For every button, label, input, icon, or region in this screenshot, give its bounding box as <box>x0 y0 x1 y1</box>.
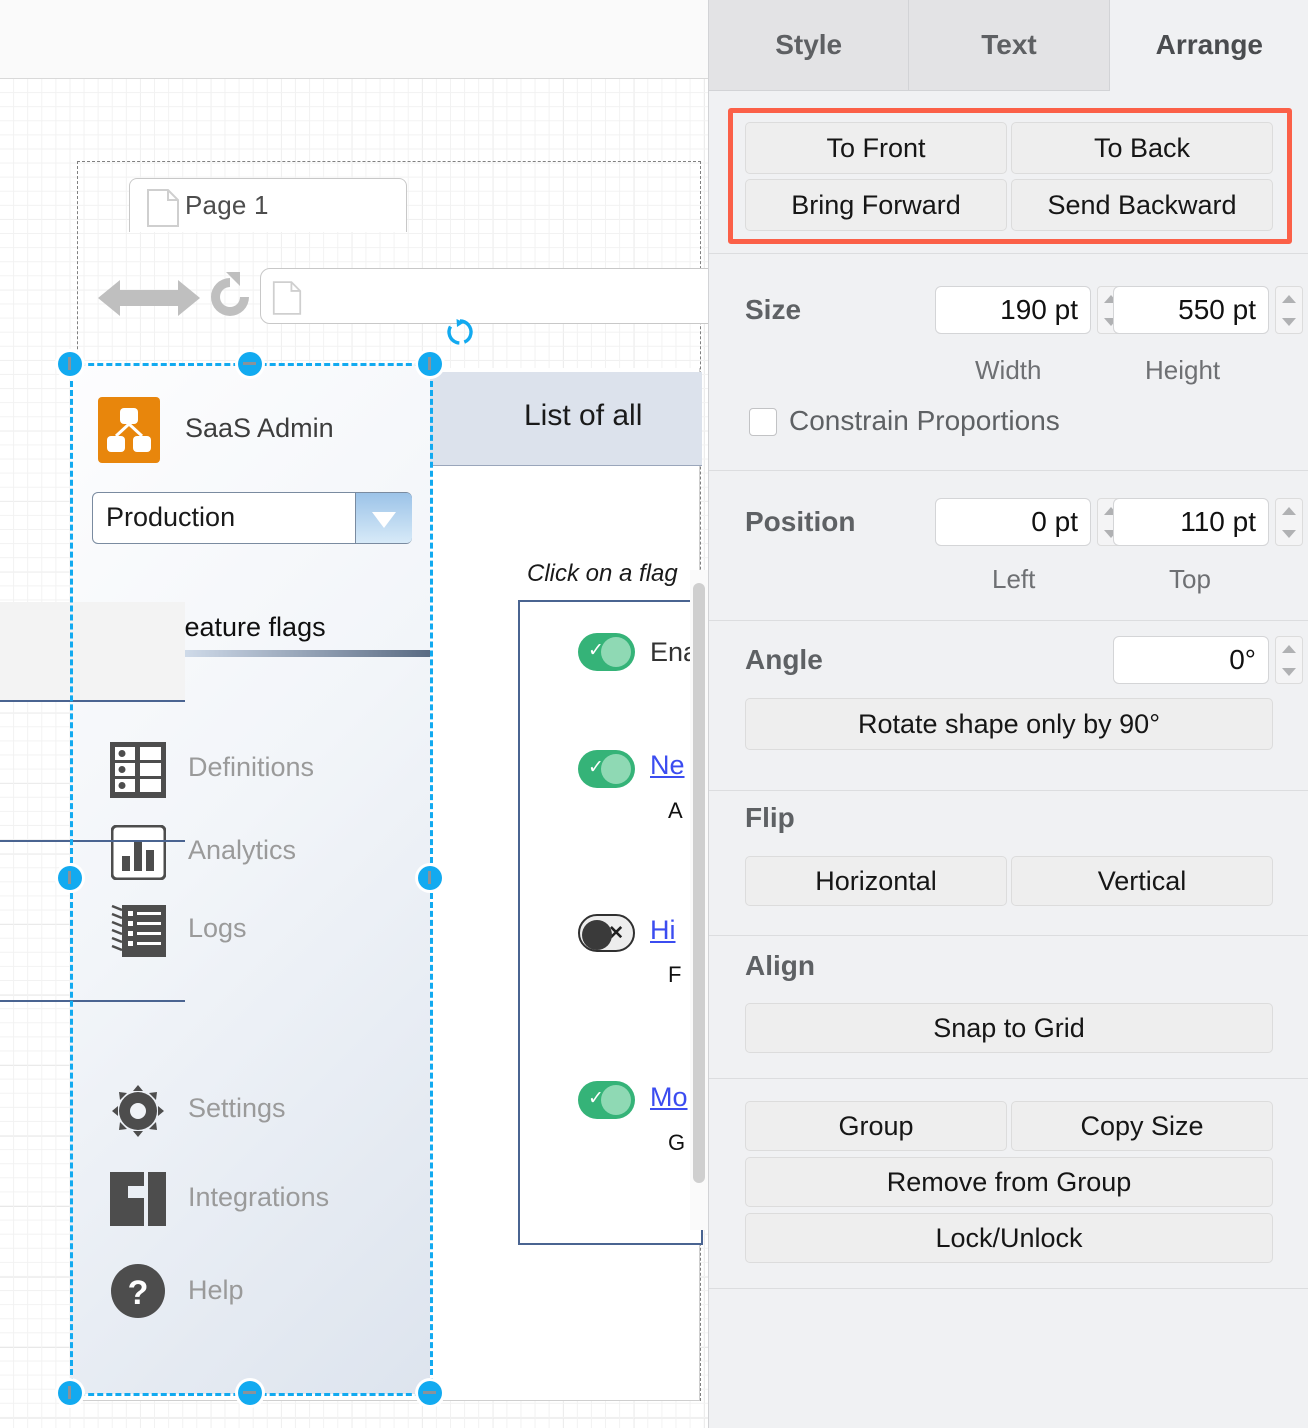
resize-handle-middle-left[interactable] <box>58 866 82 890</box>
arrow-left-icon[interactable] <box>98 274 152 322</box>
puzzle-blocks-icon <box>110 1172 166 1226</box>
mockup-address-bar[interactable] <box>260 268 708 324</box>
resize-handle-bottom-right[interactable] <box>418 1381 442 1405</box>
resize-handle-top-right[interactable] <box>418 352 442 376</box>
toggle-knob <box>601 637 631 667</box>
angle-input[interactable]: 0° <box>1113 636 1269 684</box>
sidebar-item-settings[interactable]: Settings <box>188 1093 286 1124</box>
section-divider <box>709 620 1308 621</box>
mockup-hint-text: Click on a flag <box>527 560 678 588</box>
position-top-caption: Top <box>1169 564 1211 595</box>
position-label: Position <box>745 506 855 538</box>
diagram-canvas[interactable]: Page 1 List of all SaaS Admin Production <box>0 0 708 1428</box>
bring-forward-button[interactable]: Bring Forward <box>745 179 1007 231</box>
flag-toggle[interactable]: ✕ <box>578 914 635 952</box>
height-caption: Height <box>1145 355 1220 386</box>
flag-description: A <box>668 798 683 824</box>
remove-from-group-button[interactable]: Remove from Group <box>745 1157 1273 1207</box>
toggle-knob <box>601 1085 631 1115</box>
question-circle-icon: ? <box>110 1263 166 1319</box>
width-input[interactable]: 190 pt <box>935 286 1091 334</box>
sidebar-item-definitions[interactable]: Definitions <box>188 752 314 783</box>
flip-vertical-button[interactable]: Vertical <box>1011 856 1273 906</box>
tab-style[interactable]: Style <box>709 0 909 91</box>
rotate-shape-90-button[interactable]: Rotate shape only by 90° <box>745 698 1273 750</box>
section-divider <box>709 470 1308 471</box>
format-panel: Style Text Arrange To Front To Back Brin… <box>708 0 1308 1428</box>
environment-select-value: Production <box>106 502 235 533</box>
snap-to-grid-button[interactable]: Snap to Grid <box>745 1003 1273 1053</box>
flag-list-item[interactable] <box>0 602 185 702</box>
resize-handle-bottom-left[interactable] <box>58 1381 82 1405</box>
angle-label: Angle <box>745 644 823 676</box>
toggle-knob <box>582 920 612 950</box>
to-back-button[interactable]: To Back <box>1011 122 1273 174</box>
flag-list-item[interactable] <box>0 1002 185 1162</box>
lock-unlock-button[interactable]: Lock/Unlock <box>745 1213 1273 1263</box>
svg-text:?: ? <box>128 1274 149 1312</box>
resize-handle-bottom-center[interactable] <box>238 1381 262 1405</box>
flag-description: F <box>668 962 681 988</box>
height-stepper[interactable] <box>1275 286 1303 334</box>
flag-title[interactable]: Ne <box>650 750 685 781</box>
tab-text[interactable]: Text <box>909 0 1109 91</box>
constrain-proportions-checkbox[interactable] <box>749 408 777 436</box>
send-backward-button[interactable]: Send Backward <box>1011 179 1273 231</box>
flag-toggle[interactable]: ✓ <box>578 750 635 788</box>
flag-toggle[interactable]: ✓ <box>578 1081 635 1119</box>
width-caption: Width <box>975 355 1041 386</box>
flag-description: G <box>668 1130 685 1156</box>
flag-title[interactable]: Mo <box>650 1082 688 1113</box>
flag-list-item[interactable] <box>0 842 185 1002</box>
resize-handle-top-left[interactable] <box>58 352 82 376</box>
group-button[interactable]: Group <box>745 1101 1007 1151</box>
align-label: Align <box>745 950 815 982</box>
sidebar-item-logs[interactable]: Logs <box>188 913 247 944</box>
position-top-input[interactable]: 110 pt <box>1113 498 1269 546</box>
tab-arrange[interactable]: Arrange <box>1110 0 1308 91</box>
to-front-button[interactable]: To Front <box>745 122 1007 174</box>
format-panel-tabs: Style Text Arrange <box>709 0 1308 91</box>
section-divider <box>709 935 1308 936</box>
height-input[interactable]: 550 pt <box>1113 286 1269 334</box>
page-file-icon <box>272 280 302 316</box>
flag-list-item[interactable] <box>0 702 185 842</box>
chevron-down-icon[interactable] <box>355 493 412 543</box>
size-label: Size <box>745 294 801 326</box>
section-divider <box>709 1288 1308 1289</box>
flip-horizontal-button[interactable]: Horizontal <box>745 856 1007 906</box>
sidebar-item-integrations[interactable]: Integrations <box>188 1182 329 1213</box>
toggle-knob <box>601 754 631 784</box>
page-file-icon <box>146 188 180 228</box>
position-left-caption: Left <box>992 564 1035 595</box>
resize-handle-top-center[interactable] <box>238 352 262 376</box>
constrain-proportions-label: Constrain Proportions <box>789 405 1060 437</box>
angle-stepper[interactable] <box>1275 636 1303 684</box>
section-divider <box>709 253 1308 254</box>
rotate-handle-icon[interactable] <box>446 318 474 346</box>
copy-size-button[interactable]: Copy Size <box>1011 1101 1273 1151</box>
reload-icon[interactable] <box>206 272 254 322</box>
section-divider <box>709 790 1308 791</box>
position-top-stepper[interactable] <box>1275 498 1303 546</box>
sidebar-active-underline <box>168 650 430 657</box>
hierarchy-logo-icon <box>98 397 160 463</box>
position-left-input[interactable]: 0 pt <box>935 498 1091 546</box>
sidebar-item-analytics[interactable]: Analytics <box>188 835 296 866</box>
flag-toggle[interactable]: ✓ <box>578 633 635 671</box>
arrow-right-icon[interactable] <box>146 274 200 322</box>
canvas-scrollbar-thumb[interactable] <box>693 583 705 1183</box>
sidebar-item-help[interactable]: Help <box>188 1275 244 1306</box>
canvas-top-strip <box>0 0 708 79</box>
flag-title[interactable]: Hi <box>650 915 676 946</box>
section-divider <box>709 1078 1308 1079</box>
resize-handle-middle-right[interactable] <box>418 866 442 890</box>
flip-label: Flip <box>745 802 795 834</box>
sidebar-item-feature-flags[interactable]: Feature flags <box>168 612 326 643</box>
mockup-browser-tab-label: Page 1 <box>185 190 269 221</box>
mockup-app-header-title: List of all <box>524 399 642 433</box>
mockup-brand-name: SaaS Admin <box>185 413 334 444</box>
